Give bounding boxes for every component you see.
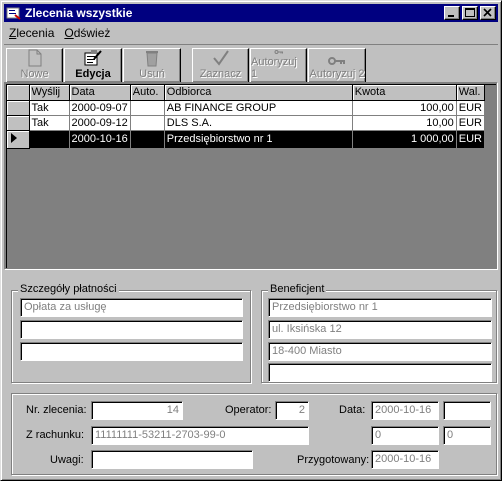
delete-button[interactable]: Usuń — [123, 48, 181, 83]
operator-field[interactable]: 2 — [275, 401, 309, 420]
cell-odbiorca[interactable]: AB FINANCE GROUP — [164, 100, 353, 116]
cell-auto[interactable] — [130, 115, 165, 131]
account-field[interactable]: 11111111-53211-2703-99-0 — [91, 426, 309, 445]
column-header[interactable]: Wyślij — [29, 85, 70, 101]
cell-data[interactable]: 2000-10-16 — [69, 130, 131, 149]
window-title: Zlecenia wszystkie — [25, 6, 133, 20]
row-indicator[interactable] — [7, 115, 30, 131]
beneficiary-line-1[interactable]: Przedsiębiorstwo nr 1 — [268, 298, 492, 317]
operator-label: Operator: — [225, 404, 272, 416]
edit-button-label: Edycja — [75, 68, 111, 80]
grid-body: Wyślij Data Auto. Odbiorca Kwota Wal. Ta… — [6, 84, 496, 268]
app-icon — [6, 7, 21, 20]
row-indicator[interactable] — [7, 130, 30, 149]
column-header[interactable]: Data — [69, 85, 131, 101]
authorize1-button-label: Autoryzuj 1 — [251, 56, 297, 80]
cell-odbiorca[interactable]: DLS S.A. — [164, 115, 353, 131]
beneficiary-line-4[interactable] — [268, 363, 492, 382]
new-button-label: Nowe — [20, 68, 49, 80]
key-icon — [328, 57, 345, 65]
table-row[interactable]: Tak 2000-09-07 AB FINANCE GROUP 100,00 E… — [7, 100, 486, 116]
row-indicator[interactable] — [7, 100, 30, 116]
table-row-selected[interactable]: 2000-10-16 Przedsiębiorstwo nr 1 1 000,0… — [7, 130, 486, 149]
orders-table: Wyślij Data Auto. Odbiorca Kwota Wal. Ta… — [7, 85, 486, 149]
grid-header-indicator — [7, 85, 30, 101]
date-label: Data: — [339, 404, 366, 416]
payment-details-line-2[interactable] — [20, 320, 243, 339]
cell-auto[interactable] — [130, 130, 165, 149]
authorize1-button[interactable]: Autoryzuj 1 — [250, 48, 307, 83]
beneficiary-line-3[interactable]: 18-400 Miasto — [268, 342, 492, 361]
order-number-field[interactable]: 14 — [91, 401, 183, 420]
cell-data[interactable]: 2000-09-12 — [69, 115, 131, 131]
cell-odbiorca[interactable]: Przedsiębiorstwo nr 1 — [164, 130, 353, 149]
checkmark-icon — [212, 50, 229, 66]
cell-data[interactable]: 2000-09-07 — [69, 100, 131, 116]
new-document-icon — [28, 49, 41, 67]
menu-odswiez[interactable]: Odśwież — [59, 26, 115, 40]
close-button[interactable] — [480, 6, 496, 20]
payment-details-title: Szczegóły płatności — [18, 283, 119, 295]
cell-wal[interactable]: EUR — [456, 130, 486, 149]
table-row[interactable]: Tak 2000-09-12 DLS S.A. 10,00 EUR — [7, 115, 486, 131]
mark-button-label: Zaznacz — [199, 68, 242, 80]
date-field[interactable]: 2000-10-16 — [371, 401, 439, 420]
minimize-icon — [448, 15, 454, 17]
app-window: Zlecenia wszystkie Zlecenia Odśwież Nowe… — [0, 0, 502, 481]
grid-header-row: Wyślij Data Auto. Odbiorca Kwota Wal. — [7, 85, 486, 101]
notes-label: Uwagi: — [50, 454, 84, 466]
payment-details-line-1[interactable]: Opłata za usługę — [20, 298, 243, 317]
column-header[interactable]: Kwota — [352, 85, 457, 101]
menu-zlecenia-rest: lecenia — [16, 25, 55, 40]
date-extra-field[interactable] — [443, 401, 491, 420]
beneficiary-title: Beneficjent — [268, 283, 327, 295]
menu-bar: Zlecenia Odśwież — [4, 23, 498, 42]
edit-icon — [84, 50, 102, 66]
edit-button[interactable]: Edycja — [64, 48, 122, 83]
toolbar: Nowe Edycja Usuń Zaznacz Autoryzuj 1 Aut… — [4, 44, 498, 83]
account-extra-field-1[interactable]: 0 — [371, 426, 439, 445]
account-label: Z rachunku: — [26, 429, 85, 441]
trash-icon — [146, 51, 158, 67]
prepared-field[interactable]: 2000-10-16 — [371, 450, 439, 469]
beneficiary-line-2[interactable]: ul. Iksińska 12 — [268, 320, 492, 339]
authorize2-button[interactable]: Autoryzuj 2 — [308, 48, 366, 83]
close-icon — [483, 8, 492, 17]
orders-grid[interactable]: Wyślij Data Auto. Odbiorca Kwota Wal. Ta… — [4, 82, 498, 270]
cell-wyslij[interactable] — [29, 130, 70, 149]
cell-wal[interactable]: EUR — [456, 100, 486, 116]
column-header[interactable]: Auto. — [130, 85, 165, 101]
minimize-button[interactable] — [444, 6, 460, 20]
notes-field[interactable] — [91, 450, 253, 469]
key-icon — [274, 50, 283, 54]
menu-odswiez-rest: dśwież — [73, 25, 111, 40]
column-header[interactable]: Odbiorca — [164, 85, 353, 101]
cell-kwota[interactable]: 10,00 — [352, 115, 457, 131]
maximize-button[interactable] — [462, 6, 478, 20]
current-row-arrow-icon — [11, 132, 17, 143]
authorize2-button-label: Autoryzuj 2 — [309, 68, 365, 80]
delete-button-label: Usuń — [139, 68, 165, 80]
mark-button[interactable]: Zaznacz — [192, 48, 249, 83]
cell-wyslij[interactable]: Tak — [29, 115, 70, 131]
prepared-label: Przygotowany: — [297, 454, 370, 466]
column-header[interactable]: Wal. — [456, 85, 486, 101]
account-extra-field-2[interactable]: 0 — [443, 426, 491, 445]
title-bar[interactable]: Zlecenia wszystkie — [4, 4, 498, 22]
new-button[interactable]: Nowe — [6, 48, 63, 83]
cell-wyslij[interactable]: Tak — [29, 100, 70, 116]
cell-wal[interactable]: EUR — [456, 115, 486, 131]
cell-auto[interactable] — [130, 100, 165, 116]
payment-details-line-3[interactable] — [20, 342, 243, 361]
menu-zlecenia[interactable]: Zlecenia — [4, 26, 59, 40]
cell-kwota[interactable]: 100,00 — [352, 100, 457, 116]
maximize-icon — [465, 8, 475, 17]
cell-kwota[interactable]: 1 000,00 — [352, 130, 457, 149]
order-number-label: Nr. zlecenia: — [26, 404, 87, 416]
